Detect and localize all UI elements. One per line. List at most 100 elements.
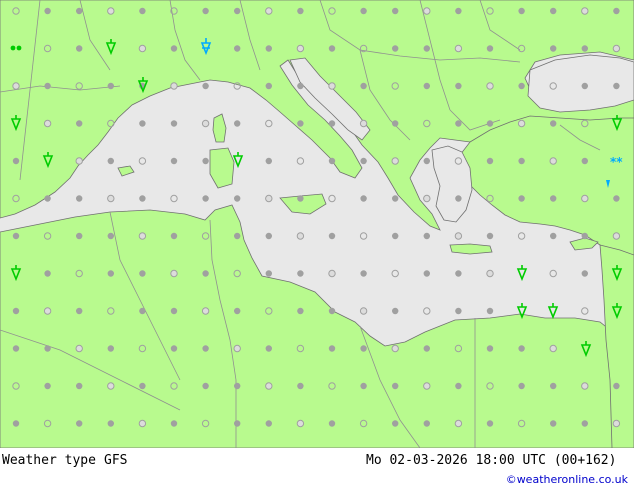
partly-cloudy-dot-icon bbox=[454, 419, 463, 428]
cloudy-dot-icon bbox=[486, 120, 494, 127]
partly-cloudy-dot-icon bbox=[107, 7, 115, 15]
cloudy-dot-icon bbox=[234, 45, 241, 52]
cloudy-dot-icon bbox=[202, 270, 209, 277]
cloudy-dot-icon bbox=[455, 307, 462, 315]
partly-cloudy-dot-icon bbox=[138, 419, 147, 428]
partly-cloudy-dot-icon bbox=[170, 82, 178, 90]
cloudy-dot-icon bbox=[139, 382, 146, 390]
partly-cloudy-dot-icon bbox=[423, 7, 431, 15]
partly-cloudy-dot-icon bbox=[75, 157, 83, 165]
partly-cloudy-dot-icon bbox=[517, 119, 526, 128]
cloudy-dot-icon bbox=[581, 420, 588, 427]
partly-cloudy-dot-icon bbox=[391, 344, 399, 353]
cloudy-dot-icon bbox=[581, 45, 588, 52]
partly-cloudy-dot-icon bbox=[612, 232, 621, 240]
snow-icon: ** bbox=[610, 155, 623, 169]
cloudy-dot-icon bbox=[44, 382, 51, 390]
partly-cloudy-dot-icon bbox=[107, 382, 115, 390]
cloudy-dot-icon bbox=[139, 307, 146, 315]
cloudy-dot-icon bbox=[76, 232, 83, 240]
cloudy-dot-icon bbox=[328, 307, 336, 315]
cloudy-dot-icon bbox=[392, 307, 399, 315]
cloudy-dot-icon bbox=[550, 195, 557, 202]
cloudy-dot-icon bbox=[550, 120, 557, 127]
cloudy-dot-icon bbox=[581, 82, 588, 90]
partly-cloudy-dot-icon bbox=[328, 269, 336, 278]
cloudy-dot-icon bbox=[423, 420, 430, 427]
partly-cloudy-dot-icon bbox=[486, 269, 494, 278]
cloudy-dot-icon bbox=[76, 195, 83, 202]
cloudy-dot-icon bbox=[297, 382, 304, 390]
partly-cloudy-dot-icon bbox=[423, 382, 431, 390]
partly-cloudy-dot-icon bbox=[138, 232, 147, 240]
cloudy-dot-icon bbox=[613, 7, 620, 15]
partly-cloudy-dot-icon bbox=[581, 382, 589, 390]
cloudy-dot-icon bbox=[202, 382, 209, 390]
partly-cloudy-dot-icon bbox=[265, 194, 273, 203]
cloudy-dot-icon bbox=[107, 420, 115, 427]
partly-cloudy-dot-icon bbox=[43, 119, 52, 128]
cloudy-dot-icon bbox=[12, 307, 20, 315]
cloudy-dot-icon bbox=[265, 270, 272, 277]
cloudy-dot-icon bbox=[297, 307, 304, 315]
cloudy-dot-icon bbox=[202, 345, 209, 352]
cloudy-dot-icon bbox=[265, 420, 272, 427]
model-label: GFS bbox=[104, 453, 128, 468]
cloudy-dot-icon bbox=[44, 195, 51, 202]
cloudy-dot-icon bbox=[297, 195, 304, 202]
partly-cloudy-dot-icon bbox=[391, 157, 399, 165]
cloudy-dot-icon bbox=[328, 45, 336, 52]
partly-cloudy-dot-icon bbox=[265, 382, 273, 390]
partly-cloudy-dot-icon bbox=[296, 44, 305, 53]
cloudy-dot-icon bbox=[328, 345, 336, 352]
cloudy-dot-icon bbox=[613, 382, 620, 390]
cloudy-dot-icon bbox=[202, 7, 209, 15]
cloudy-dot-icon bbox=[297, 120, 304, 127]
cloudy-dot-icon bbox=[234, 420, 241, 427]
cloudy-dot-icon bbox=[139, 7, 146, 15]
cloudy-dot-icon bbox=[234, 195, 241, 202]
partly-cloudy-dot-icon bbox=[581, 7, 589, 15]
cloudy-dot-icon bbox=[581, 232, 588, 240]
partly-cloudy-dot-icon bbox=[43, 307, 52, 315]
cloudy-dot-icon bbox=[234, 307, 241, 315]
cloudy-dot-icon bbox=[392, 232, 399, 240]
cloudy-dot-icon bbox=[297, 82, 304, 90]
cloudy-dot-icon bbox=[486, 345, 494, 352]
cloudy-dot-icon bbox=[170, 45, 178, 52]
cloudy-dot-icon bbox=[392, 195, 399, 202]
cloudy-dot-icon bbox=[423, 45, 430, 52]
cloudy-dot-icon bbox=[518, 345, 525, 352]
cloudy-dot-icon bbox=[234, 232, 241, 240]
partly-cloudy-dot-icon bbox=[201, 307, 210, 315]
cloudy-dot-icon bbox=[392, 45, 399, 52]
partly-cloudy-dot-icon bbox=[454, 44, 463, 53]
cloudy-dot-icon bbox=[328, 420, 336, 427]
cloudy-dot-icon bbox=[234, 382, 241, 390]
cloudy-dot-icon bbox=[455, 270, 462, 277]
partly-cloudy-dot-icon bbox=[581, 194, 589, 203]
partly-cloudy-dot-icon bbox=[359, 307, 368, 315]
cloudy-dot-icon bbox=[170, 232, 178, 240]
cloudy-dot-icon bbox=[107, 232, 115, 240]
cloudy-dot-icon bbox=[44, 345, 51, 352]
credit-link[interactable]: ©weatheronline.co.uk bbox=[506, 473, 628, 486]
drizzle-icon bbox=[16, 45, 22, 51]
cloudy-dot-icon bbox=[360, 345, 367, 352]
cloudy-dot-icon bbox=[76, 307, 83, 315]
cloudy-dot-icon bbox=[170, 307, 178, 315]
cloudy-dot-icon bbox=[486, 45, 494, 52]
cloudy-dot-icon bbox=[486, 157, 494, 165]
partly-cloudy-dot-icon bbox=[201, 119, 210, 128]
cloudy-dot-icon bbox=[170, 420, 178, 427]
cloudy-dot-icon bbox=[455, 382, 462, 390]
cloudy-dot-icon bbox=[170, 345, 178, 352]
cloudy-dot-icon bbox=[550, 7, 557, 15]
cloudy-dot-icon bbox=[139, 195, 146, 202]
cloudy-dot-icon bbox=[360, 7, 367, 15]
cloudy-dot-icon bbox=[518, 382, 525, 390]
cloudy-dot-icon bbox=[170, 157, 178, 165]
product-label: Weather type bbox=[2, 453, 96, 468]
cloudy-dot-icon bbox=[76, 45, 83, 52]
cloudy-dot-icon bbox=[328, 120, 336, 127]
